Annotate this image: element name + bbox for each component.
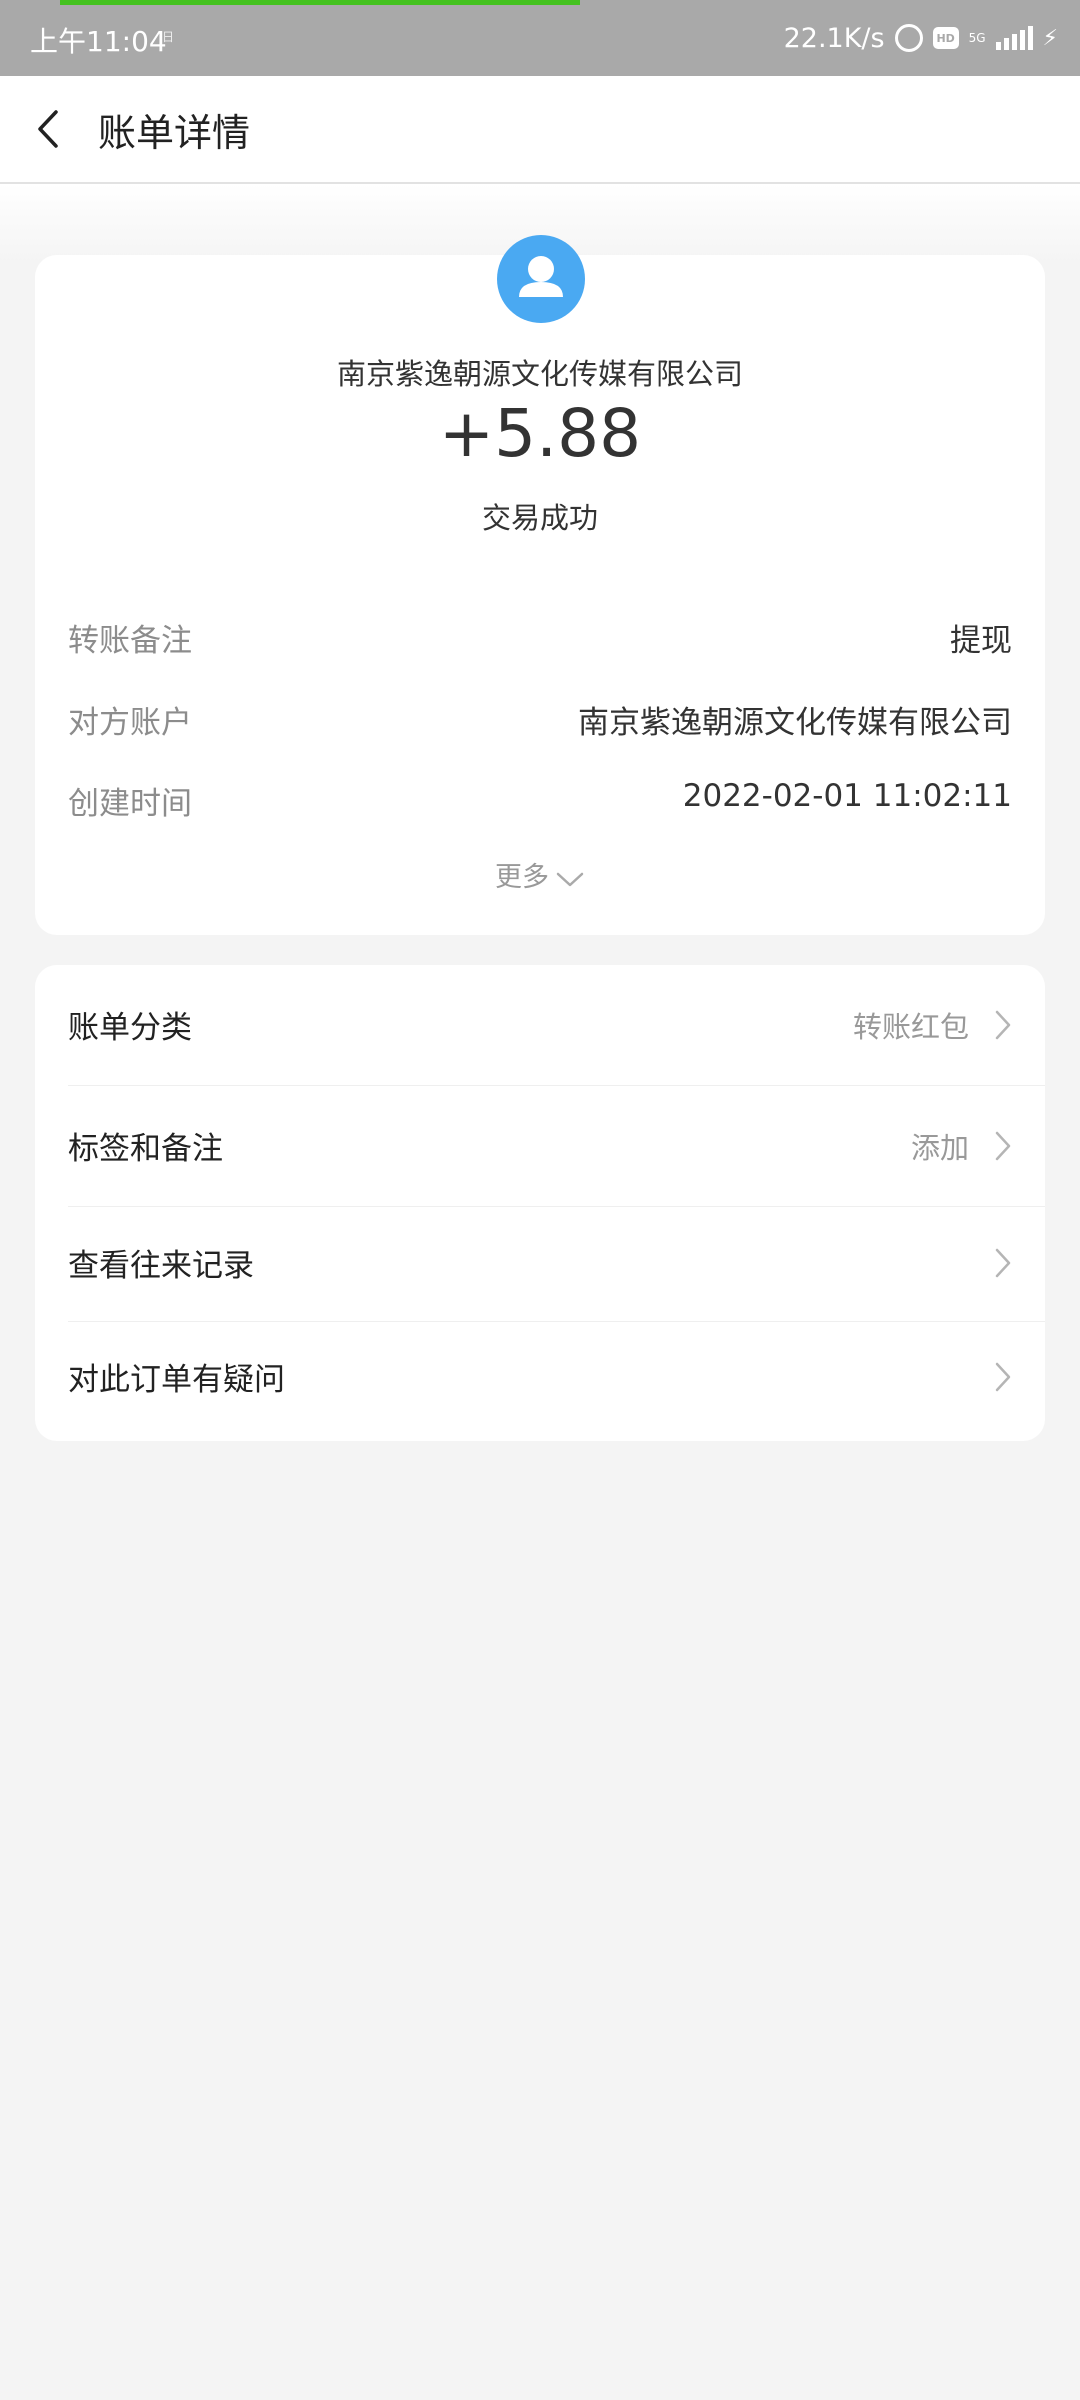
list-item-label: 账单分类 bbox=[68, 1010, 192, 1046]
list-item-label: 标签和备注 bbox=[68, 1131, 223, 1167]
charging-icon: ⚡ bbox=[1042, 25, 1058, 51]
list-item-label: 查看往来记录 bbox=[68, 1248, 254, 1284]
signal-icon bbox=[995, 26, 1033, 50]
detail-value: 2022-02-01 11:02:11 bbox=[682, 778, 1012, 814]
avatar bbox=[497, 235, 585, 323]
app-header: 账单详情 bbox=[0, 76, 1080, 184]
more-button[interactable]: 更多 bbox=[35, 855, 1045, 894]
list-item-bill-category[interactable]: 账单分类 转账红包 bbox=[35, 965, 1045, 1084]
payee-name: 南京紫逸朝源文化传媒有限公司 bbox=[336, 357, 743, 391]
alarm-icon bbox=[894, 24, 923, 52]
page-title: 账单详情 bbox=[98, 111, 251, 155]
chevron-right-icon bbox=[995, 1131, 1011, 1161]
bill-summary-card: 南京紫逸朝源文化传媒有限公司 +5.88 交易成功 转账备注 提现 对方账户 南… bbox=[35, 235, 1045, 935]
more-label: 更多 bbox=[495, 862, 549, 893]
detail-value: 南京紫逸朝源文化传媒有限公司 bbox=[578, 705, 1012, 741]
network-type: 5G bbox=[968, 31, 986, 45]
chevron-right-icon bbox=[995, 1010, 1011, 1040]
detail-row-created-time: 创建时间 2022-02-01 11:02:11 bbox=[68, 778, 1012, 822]
transaction-status: 交易成功 bbox=[481, 501, 598, 535]
notification-indicator: 日 bbox=[162, 30, 175, 44]
list-item-tags-notes[interactable]: 标签和备注 添加 bbox=[35, 1086, 1045, 1205]
list-item-value: 添加 bbox=[910, 1131, 969, 1165]
detail-row-remark: 转账备注 提现 bbox=[68, 615, 1012, 659]
detail-label: 创建时间 bbox=[68, 786, 192, 822]
back-icon[interactable] bbox=[28, 104, 68, 154]
list-item-label: 对此订单有疑问 bbox=[68, 1362, 285, 1398]
detail-row-account: 对方账户 南京紫逸朝源文化传媒有限公司 bbox=[68, 697, 1012, 741]
hd-icon: HD bbox=[932, 27, 959, 49]
detail-value: 提现 bbox=[950, 623, 1012, 659]
user-icon bbox=[519, 256, 563, 297]
detail-label: 对方账户 bbox=[68, 705, 192, 741]
bill-actions-card: 账单分类 转账红包 标签和备注 添加 查看往来记录 对此订单有疑问 bbox=[35, 965, 1045, 1441]
status-icons: 22.1K/s HD 5G ⚡ bbox=[784, 18, 1058, 58]
chevron-down-icon bbox=[556, 872, 584, 886]
list-item-value: 转账红包 bbox=[852, 1010, 969, 1044]
page-load-progress bbox=[60, 0, 580, 5]
transaction-amount: +5.88 bbox=[438, 395, 642, 472]
list-item-transaction-history[interactable]: 查看往来记录 bbox=[35, 1203, 1045, 1322]
detail-label: 转账备注 bbox=[68, 623, 192, 659]
chevron-right-icon bbox=[995, 1248, 1011, 1278]
network-speed: 22.1K/s bbox=[783, 22, 885, 54]
list-item-order-question[interactable]: 对此订单有疑问 bbox=[35, 1317, 1045, 1436]
status-bar: 上午11:04 日 22.1K/s HD 5G ⚡ bbox=[0, 0, 1080, 76]
chevron-right-icon bbox=[995, 1362, 1011, 1392]
status-time: 上午11:04 bbox=[30, 25, 167, 58]
